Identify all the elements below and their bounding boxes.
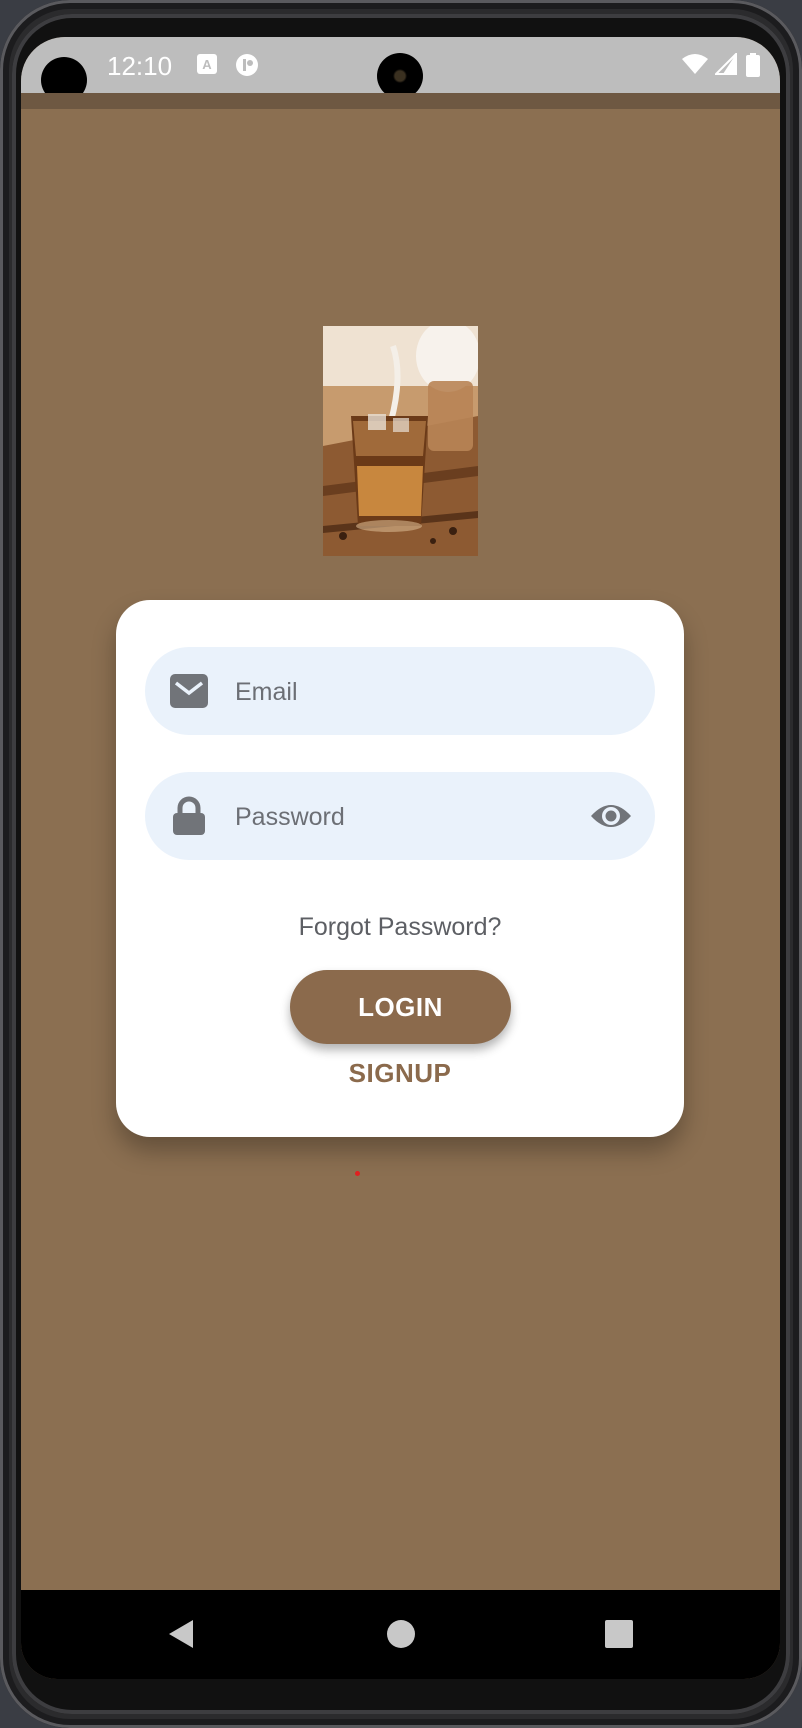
font-a-icon: A	[196, 53, 218, 75]
login-card: Forgot Password? LOGIN SIGNUP	[116, 600, 684, 1137]
recents-icon[interactable]	[599, 1614, 639, 1654]
svg-text:A: A	[202, 57, 212, 72]
email-field[interactable]	[145, 647, 655, 737]
login-button[interactable]: LOGIN	[290, 970, 511, 1044]
status-bar-shadow	[21, 93, 780, 109]
wifi-icon	[681, 53, 709, 75]
debug-dot	[355, 1171, 360, 1176]
status-bar: 12:10 A	[21, 37, 780, 103]
record-icon	[235, 53, 258, 76]
coffee-image	[323, 326, 478, 556]
back-icon[interactable]	[163, 1614, 203, 1654]
eye-icon[interactable]	[589, 798, 633, 834]
password-input[interactable]	[233, 772, 567, 862]
home-icon[interactable]	[381, 1614, 421, 1654]
password-field[interactable]	[145, 772, 655, 862]
phone-screen: 12:10 A Email Forgot Password? LOGIN SIG…	[21, 37, 780, 1679]
navigation-bar	[21, 1590, 780, 1679]
signal-icon	[713, 51, 737, 75]
status-time: 12:10	[107, 51, 173, 81]
email-input[interactable]	[233, 647, 567, 737]
lock-icon	[169, 796, 209, 836]
forgot-password-link[interactable]: Forgot Password?	[116, 913, 684, 942]
envelope-icon	[169, 671, 209, 711]
battery-icon	[746, 53, 760, 77]
signup-link[interactable]: SIGNUP	[116, 1058, 684, 1089]
